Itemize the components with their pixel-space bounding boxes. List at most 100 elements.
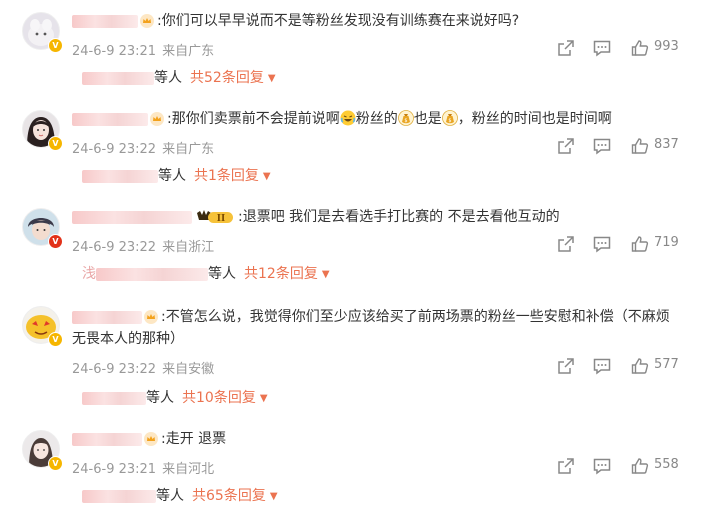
- reply-summary: 等人 共1条回复 ▼: [82, 166, 271, 187]
- share-icon[interactable]: [556, 136, 576, 156]
- reply-users-blurred[interactable]: [82, 489, 156, 503]
- svg-text:$: $: [448, 118, 451, 124]
- comment-actions: 993: [556, 38, 696, 58]
- like-count: 577: [654, 357, 679, 372]
- reply-summary: 等人 共65条回复 ▼: [82, 486, 278, 507]
- reply-users-suffix: 等人: [154, 70, 182, 86]
- username-blurred[interactable]: [72, 210, 192, 224]
- username-blurred[interactable]: [72, 14, 138, 28]
- username-blurred[interactable]: [72, 112, 148, 126]
- comment-text: :你们可以早早说而不是等粉丝发现没有训练赛在来说好吗?: [157, 13, 520, 29]
- verified-badge-icon: V: [48, 332, 63, 347]
- comment-icon[interactable]: [592, 38, 612, 58]
- comment-text: 无畏本人的那种）: [72, 331, 184, 347]
- comment-location: 来自河北: [162, 462, 215, 477]
- like-count: 837: [654, 137, 679, 152]
- comment-text: :不管怎么说，我觉得你们至少应该给买了前两场票的粉丝一些安慰和补偿（不麻烦: [161, 309, 670, 325]
- svg-text:II: II: [217, 214, 225, 224]
- comment-icon[interactable]: [592, 234, 612, 254]
- thumbs-up-icon: [631, 358, 649, 374]
- comment-meta: 24-6-9 23:22 来自安徽: [72, 358, 214, 377]
- reply-count-link[interactable]: 共65条回复: [192, 488, 266, 504]
- like-button[interactable]: 719: [630, 234, 679, 254]
- chevron-down-icon[interactable]: ▼: [322, 269, 330, 280]
- comment-meta: 24-6-9 23:22 来自浙江: [72, 236, 214, 255]
- share-icon[interactable]: [556, 38, 576, 58]
- reply-users-lead: 浅: [82, 266, 96, 282]
- comment-body: :不管怎么说，我觉得你们至少应该给买了前两场票的粉丝一些安慰和补偿（不麻烦: [72, 306, 706, 328]
- thumbs-up-icon: [631, 40, 649, 56]
- comment-body-continued: 无畏本人的那种）: [72, 328, 706, 350]
- like-count: 558: [654, 457, 679, 472]
- reply-users-blurred[interactable]: [82, 169, 158, 183]
- comment-text: :那你们卖票前不会提前说啊: [167, 111, 340, 127]
- comment-location: 来自广东: [162, 142, 215, 157]
- comment-actions: 577: [556, 356, 696, 376]
- comment-date: 24-6-9 23:22: [72, 240, 157, 255]
- verified-badge-icon: V: [48, 456, 63, 471]
- crown-icon: [144, 310, 158, 324]
- reply-count-link[interactable]: 共12条回复: [244, 266, 318, 282]
- reply-users-suffix: 等人: [158, 168, 186, 184]
- comment-text: ，粉丝的时间也是时间啊: [457, 111, 612, 127]
- chevron-down-icon[interactable]: ▼: [268, 73, 276, 84]
- svg-text:$: $: [404, 118, 407, 124]
- thumbs-up-icon: [631, 236, 649, 252]
- comment-icon[interactable]: [592, 136, 612, 156]
- reply-users-blurred[interactable]: [96, 267, 208, 281]
- level-badge-icon: II: [197, 210, 233, 224]
- comment-meta: 24-6-9 23:21 来自广东: [72, 40, 214, 59]
- share-icon[interactable]: [556, 356, 576, 376]
- comment-icon[interactable]: [592, 456, 612, 476]
- reply-users-suffix: 等人: [156, 488, 184, 504]
- comment-meta: 24-6-9 23:21 来自河北: [72, 458, 214, 477]
- reply-summary: 等人 共10条回复 ▼: [82, 388, 268, 409]
- chevron-down-icon[interactable]: ▼: [270, 491, 278, 502]
- comment-location: 来自广东: [162, 44, 215, 59]
- reply-summary: 等人 共52条回复 ▼: [82, 68, 276, 89]
- like-button[interactable]: 837: [630, 136, 679, 156]
- comment-text: 也是: [413, 111, 442, 127]
- chevron-down-icon[interactable]: ▼: [263, 171, 271, 182]
- like-button[interactable]: 577: [630, 356, 679, 376]
- comment-date: 24-6-9 23:22: [72, 362, 157, 377]
- laughing-emoji-icon: [340, 110, 356, 126]
- comment-date: 24-6-9 23:21: [72, 462, 157, 477]
- reply-users-blurred[interactable]: [82, 71, 154, 85]
- share-icon[interactable]: [556, 456, 576, 476]
- comment-date: 24-6-9 23:22: [72, 142, 157, 157]
- comment-actions: 719: [556, 234, 696, 254]
- like-button[interactable]: 993: [630, 38, 679, 58]
- like-button[interactable]: 558: [630, 456, 679, 476]
- comment-text: 粉丝的: [355, 111, 398, 127]
- comment-text: :退票吧 我们是去看选手打比赛的 不是去看他互动的: [238, 209, 560, 225]
- reply-users-suffix: 等人: [208, 266, 236, 282]
- reply-count-link[interactable]: 共10条回复: [182, 390, 256, 406]
- comment-date: 24-6-9 23:21: [72, 44, 157, 59]
- username-blurred[interactable]: [72, 310, 142, 324]
- reply-count-link[interactable]: 共1条回复: [194, 168, 259, 184]
- reply-count-link[interactable]: 共52条回复: [190, 70, 264, 86]
- verified-badge-icon: V: [48, 136, 63, 151]
- comment-actions: 558: [556, 456, 696, 476]
- like-count: 993: [654, 39, 679, 54]
- verified-badge-icon: V: [48, 234, 63, 249]
- reply-users-suffix: 等人: [146, 390, 174, 406]
- share-icon[interactable]: [556, 234, 576, 254]
- crown-icon: [140, 14, 154, 28]
- like-count: 719: [654, 235, 679, 250]
- verified-badge-icon: V: [48, 38, 63, 53]
- comment-body: :你们可以早早说而不是等粉丝发现没有训练赛在来说好吗?: [72, 10, 706, 32]
- crown-icon: [144, 432, 158, 446]
- comment-body: II :退票吧 我们是去看选手打比赛的 不是去看他互动的: [72, 206, 706, 228]
- comment-body: :走开 退票: [72, 428, 706, 450]
- comment-body: :那你们卖票前不会提前说啊 粉丝的 $ 也是 $ ，粉丝的时间也是时间啊: [72, 108, 706, 130]
- comment-location: 来自安徽: [162, 362, 215, 377]
- username-blurred[interactable]: [72, 432, 142, 446]
- reply-users-blurred[interactable]: [82, 391, 146, 405]
- reply-summary: 浅 等人 共12条回复 ▼: [82, 264, 330, 285]
- comment-actions: 837: [556, 136, 696, 156]
- thumbs-up-icon: [631, 458, 649, 474]
- chevron-down-icon[interactable]: ▼: [260, 393, 268, 404]
- comment-icon[interactable]: [592, 356, 612, 376]
